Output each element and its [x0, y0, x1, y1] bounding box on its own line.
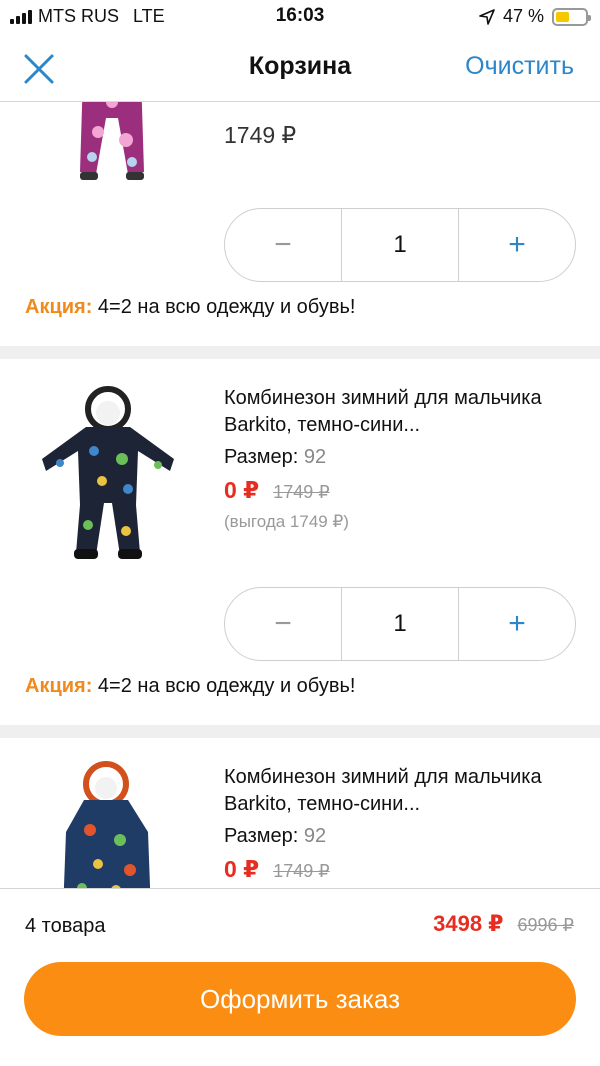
size-label: Размер: [224, 446, 299, 468]
item-info: 1749 ₽ [224, 122, 580, 149]
location-arrow-icon [479, 8, 495, 25]
total-price: 3498 ₽ 6996 ₽ [433, 911, 574, 937]
status-bar: MTS RUS LTE 16:03 47 % [0, 0, 600, 34]
status-right: 47 % [479, 6, 591, 27]
size-value: 92 [303, 446, 327, 468]
product-title[interactable]: Комбинезон зимний для мальчика Barkito, … [224, 385, 580, 439]
promo-description: 4=2 на всю одежду и обувь! [92, 675, 356, 697]
cart-item: Комбинезон зимний для мальчика Barkito, … [0, 359, 600, 725]
savings-text: (выгода 1749 ₽) [224, 512, 349, 531]
increase-quantity-button[interactable]: + [459, 209, 575, 281]
battery-percent: 47 % [502, 6, 544, 26]
product-photo-pink-overall [80, 102, 144, 180]
cart-item: Комбинезон зимний для мальчика Barkito, … [0, 738, 600, 888]
product-image[interactable] [22, 102, 202, 202]
price-line: 0 ₽ 1749 ₽ [224, 856, 580, 883]
quantity-stepper: − 1 + [224, 587, 576, 661]
item-old-price: 1749 ₽ [273, 861, 330, 881]
decrease-quantity-button[interactable]: − [225, 588, 341, 660]
item-price: 0 ₽ [224, 477, 260, 503]
size-label: Размер: [224, 825, 299, 847]
product-photo-navy-overall [42, 386, 174, 559]
battery-icon [552, 7, 591, 26]
size-line: Размер: 92 [224, 825, 580, 848]
item-price: 1749 ₽ [224, 122, 297, 148]
promo-text[interactable]: Акция: 4=2 на всю одежду и обувь! [25, 296, 355, 319]
product-image[interactable] [22, 760, 202, 888]
nav-bar: Корзина Очистить [0, 34, 600, 102]
divider [0, 346, 600, 359]
promo-label: Акция: [25, 675, 93, 697]
product-title[interactable]: Комбинезон зимний для мальчика Barkito, … [224, 764, 580, 818]
product-photo-coat [63, 761, 151, 888]
quantity-value: 1 [341, 588, 459, 660]
size-line: Размер: 92 [224, 446, 580, 469]
clear-cart-button[interactable]: Очистить [465, 52, 574, 81]
size-value: 92 [303, 825, 327, 847]
cart-summary: 4 товара 3498 ₽ 6996 ₽ Оформить заказ [0, 888, 600, 1066]
price-line: 0 ₽ 1749 ₽ [224, 477, 580, 504]
items-count: 4 товара [25, 915, 106, 937]
product-image[interactable] [22, 385, 202, 565]
promo-description: 4=2 на всю одежду и обувь! [92, 296, 356, 318]
item-old-price: 1749 ₽ [273, 482, 330, 502]
quantity-stepper: − 1 + [224, 208, 576, 282]
promo-label: Акция: [25, 296, 93, 318]
increase-quantity-button[interactable]: + [459, 588, 575, 660]
cart-item: 1749 ₽ − 1 + Акция: 4=2 на всю одежду и … [0, 102, 600, 346]
item-price: 0 ₽ [224, 856, 260, 882]
total-old-price: 6996 ₽ [517, 915, 575, 935]
item-info: Комбинезон зимний для мальчика Barkito, … [224, 385, 580, 532]
divider [0, 725, 600, 738]
item-info: Комбинезон зимний для мальчика Barkito, … [224, 764, 580, 883]
quantity-value: 1 [341, 209, 459, 281]
decrease-quantity-button[interactable]: − [225, 209, 341, 281]
promo-text[interactable]: Акция: 4=2 на всю одежду и обувь! [25, 675, 355, 698]
cart-list[interactable]: 1749 ₽ − 1 + Акция: 4=2 на всю одежду и … [0, 102, 600, 888]
checkout-button[interactable]: Оформить заказ [24, 962, 576, 1036]
total-new-price: 3498 ₽ [433, 911, 504, 936]
